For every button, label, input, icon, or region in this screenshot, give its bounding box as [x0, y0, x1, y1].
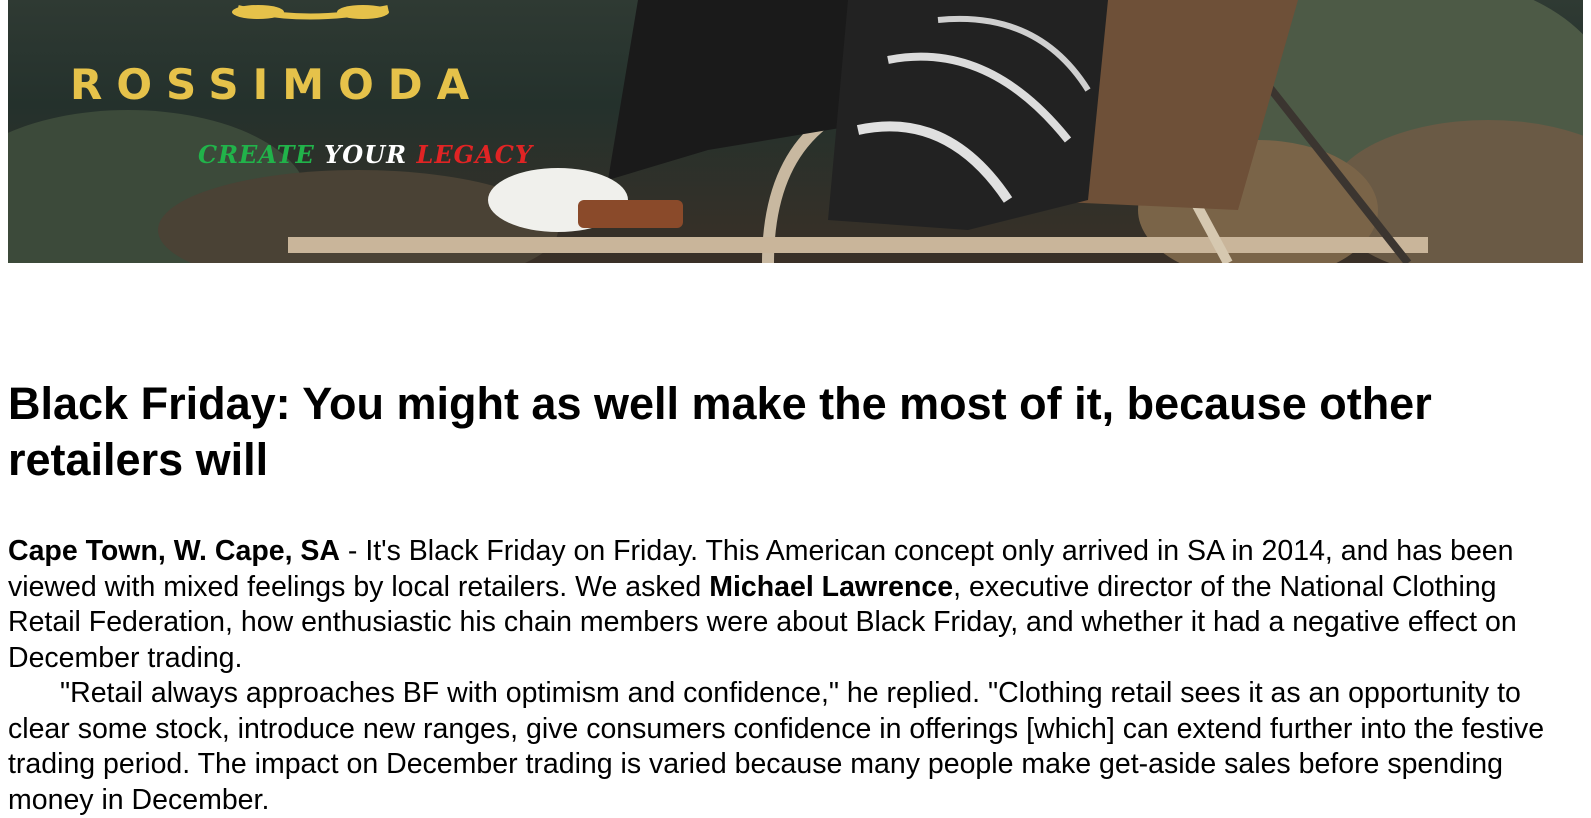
- article: Black Friday: You might as well make the…: [8, 376, 1568, 818]
- tagline-your: YOUR: [324, 140, 408, 169]
- brand-tagline: CREATE YOUR LEGACY: [198, 140, 533, 169]
- brand-logo-text: ROSSIMODA: [70, 60, 484, 109]
- article-paragraph-1: Cape Town, W. Cape, SA - It's Black Frid…: [8, 534, 1568, 676]
- tagline-create: CREATE: [198, 140, 315, 169]
- banner-photo: [8, 0, 1583, 263]
- tagline-legacy: LEGACY: [416, 140, 533, 169]
- article-title: Black Friday: You might as well make the…: [8, 378, 1432, 485]
- hero-banner: ROSSIMODA CREATE YOUR LEGACY: [8, 0, 1583, 263]
- article-paragraph-2: "Retail always approaches BF with optimi…: [8, 677, 1545, 816]
- dateline: Cape Town, W. Cape, SA: [8, 535, 341, 567]
- person-name: Michael Lawrence: [709, 570, 954, 603]
